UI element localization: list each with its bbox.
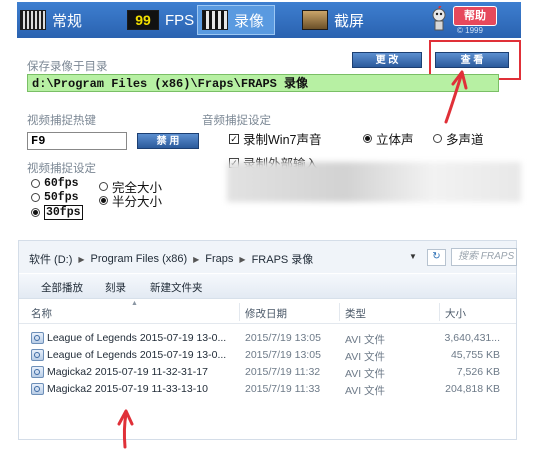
audio-settings-label: 音频捕捉设定 xyxy=(202,115,271,127)
video-file-icon xyxy=(31,349,44,361)
breadcrumb: 软件 (D:) ▶ Program Files (x86) ▶ Fraps ▶ … xyxy=(29,251,313,267)
folder-path-field[interactable]: d:\Program Files (x86)\Fraps\FRAPS 录像 xyxy=(27,74,499,92)
file-size: 45,755 KB xyxy=(450,349,500,361)
file-size: 204,818 KB xyxy=(445,383,500,395)
blurred-region xyxy=(227,162,521,202)
chevron-right-icon: ▶ xyxy=(78,254,85,264)
file-type: AVI 文件 xyxy=(345,334,386,346)
help-button[interactable]: 帮助 xyxy=(453,6,497,26)
column-type[interactable]: 类型 xyxy=(345,306,366,321)
fps-50-radio[interactable]: 50fps xyxy=(31,191,79,204)
folder-label: 保存录像于目录 xyxy=(27,61,108,73)
tab-fps[interactable]: 99 FPS xyxy=(127,6,194,34)
file-row[interactable]: Magicka2 2015-07-19 11-32-31-17 2015/7/1… xyxy=(19,364,516,381)
fps-30-label: 30fps xyxy=(44,205,83,220)
sort-ascending-icon: ▲ xyxy=(131,300,138,307)
fps-60-label: 60fps xyxy=(44,177,79,190)
chevron-down-icon[interactable]: ▼ xyxy=(409,252,417,261)
column-size[interactable]: 大小 xyxy=(445,306,466,321)
hotkey-field[interactable]: F9 xyxy=(27,132,127,150)
file-date: 2015/7/19 11:32 xyxy=(245,366,321,378)
half-size-radio[interactable]: 半分大小 xyxy=(99,191,162,210)
tab-fps-label: FPS xyxy=(165,11,195,29)
file-date: 2015/7/19 13:05 xyxy=(245,332,321,344)
column-divider[interactable] xyxy=(339,303,340,321)
fraps-mascot-icon xyxy=(432,6,446,31)
radio-selected-icon xyxy=(31,208,40,217)
file-row[interactable]: Magicka2 2015-07-19 11-33-13-10 2015/7/1… xyxy=(19,381,516,398)
file-row[interactable]: League of Legends 2015-07-19 13-0... 201… xyxy=(19,347,516,364)
half-size-label: 半分大小 xyxy=(112,195,163,209)
file-date: 2015/7/19 11:33 xyxy=(245,383,321,395)
video-file-icon xyxy=(31,366,44,378)
column-header-row: ▲ 名称 修改日期 类型 大小 xyxy=(19,300,516,324)
file-size: 7,526 KB xyxy=(456,366,500,378)
fraps-tab-bar: 常规 99 FPS 录像 截屏 帮助 © 1999 xyxy=(17,2,521,38)
record-win7-sound-checkbox[interactable]: ✓ 录制Win7声音 xyxy=(229,129,321,148)
column-divider[interactable] xyxy=(439,303,440,321)
radio-selected-icon xyxy=(99,196,108,205)
file-name: League of Legends 2015-07-19 13-0... xyxy=(47,332,227,344)
column-date[interactable]: 修改日期 xyxy=(245,306,287,321)
radio-unselected-icon xyxy=(31,179,40,188)
explorer-toolbar: 全部播放 刻录 新建文件夹 xyxy=(19,274,516,299)
stereo-label: 立体声 xyxy=(376,133,414,147)
file-size: 3,640,431... xyxy=(444,332,500,344)
fps-60-radio[interactable]: 60fps xyxy=(31,177,79,190)
file-type: AVI 文件 xyxy=(345,351,386,363)
fps-counter-icon: 99 xyxy=(127,10,159,30)
version-text: © 1999 xyxy=(457,26,483,35)
new-folder-button[interactable]: 新建文件夹 xyxy=(150,280,203,295)
tab-general[interactable]: 常规 xyxy=(20,6,82,34)
file-type: AVI 文件 xyxy=(345,368,386,380)
breadcrumb-fraps-movies[interactable]: FRAPS 录像 xyxy=(252,251,314,267)
file-name: League of Legends 2015-07-19 13-0... xyxy=(47,349,227,361)
hotkey-label: 视频捕捉热键 xyxy=(27,115,96,127)
tab-movies-label: 录像 xyxy=(234,12,265,30)
checkbox-checked-icon: ✓ xyxy=(229,133,239,144)
video-file-icon xyxy=(31,332,44,344)
fraps-window: 常规 99 FPS 录像 截屏 帮助 © 1999 保存录像于目录 更 改 查 … xyxy=(17,2,521,224)
tab-movies[interactable]: 录像 xyxy=(197,5,276,35)
photo-icon xyxy=(302,10,328,30)
tab-screenshots[interactable]: 截屏 xyxy=(302,6,364,34)
fps-30-radio[interactable]: 30fps xyxy=(31,205,83,220)
radio-unselected-icon xyxy=(433,134,442,143)
address-bar[interactable]: 软件 (D:) ▶ Program Files (x86) ▶ Fraps ▶ … xyxy=(19,241,517,273)
film-strip-icon xyxy=(202,10,228,30)
breadcrumb-fraps[interactable]: Fraps xyxy=(205,253,233,265)
column-name[interactable]: 名称 xyxy=(31,306,52,321)
video-settings-label: 视频捕捉设定 xyxy=(27,163,96,175)
play-all-button[interactable]: 全部播放 xyxy=(41,280,83,295)
chevron-right-icon: ▶ xyxy=(239,254,246,264)
file-name: Magicka2 2015-07-19 11-32-31-17 xyxy=(47,366,208,378)
breadcrumb-drive[interactable]: 软件 (D:) xyxy=(29,251,72,267)
explorer-window: 软件 (D:) ▶ Program Files (x86) ▶ Fraps ▶ … xyxy=(18,240,517,440)
record-win7-sound-label: 录制Win7声音 xyxy=(243,133,322,147)
file-row[interactable]: League of Legends 2015-07-19 13-0... 201… xyxy=(19,330,516,347)
burn-button[interactable]: 刻录 xyxy=(105,280,126,295)
stereo-radio[interactable]: 立体声 xyxy=(363,129,414,148)
video-file-icon xyxy=(31,383,44,395)
tab-general-label: 常规 xyxy=(52,12,83,30)
file-type: AVI 文件 xyxy=(345,385,386,397)
column-divider[interactable] xyxy=(239,303,240,321)
file-date: 2015/7/19 13:05 xyxy=(245,349,321,361)
multichannel-label: 多声道 xyxy=(446,133,484,147)
search-input[interactable]: 搜索 FRAPS 录... xyxy=(451,248,517,266)
refresh-icon[interactable]: ↻ xyxy=(427,249,446,266)
radio-unselected-icon xyxy=(99,182,108,191)
tab-screenshots-label: 截屏 xyxy=(334,12,365,30)
fps-50-label: 50fps xyxy=(44,191,79,204)
breadcrumb-program-files[interactable]: Program Files (x86) xyxy=(91,253,188,265)
file-name: Magicka2 2015-07-19 11-33-13-10 xyxy=(47,383,208,395)
chevron-right-icon: ▶ xyxy=(193,254,200,264)
disable-hotkey-button[interactable]: 禁 用 xyxy=(137,133,199,149)
keyboard-icon xyxy=(20,10,46,30)
change-folder-button[interactable]: 更 改 xyxy=(352,52,422,68)
multichannel-radio[interactable]: 多声道 xyxy=(433,129,484,148)
radio-unselected-icon xyxy=(31,193,40,202)
radio-selected-icon xyxy=(363,134,372,143)
